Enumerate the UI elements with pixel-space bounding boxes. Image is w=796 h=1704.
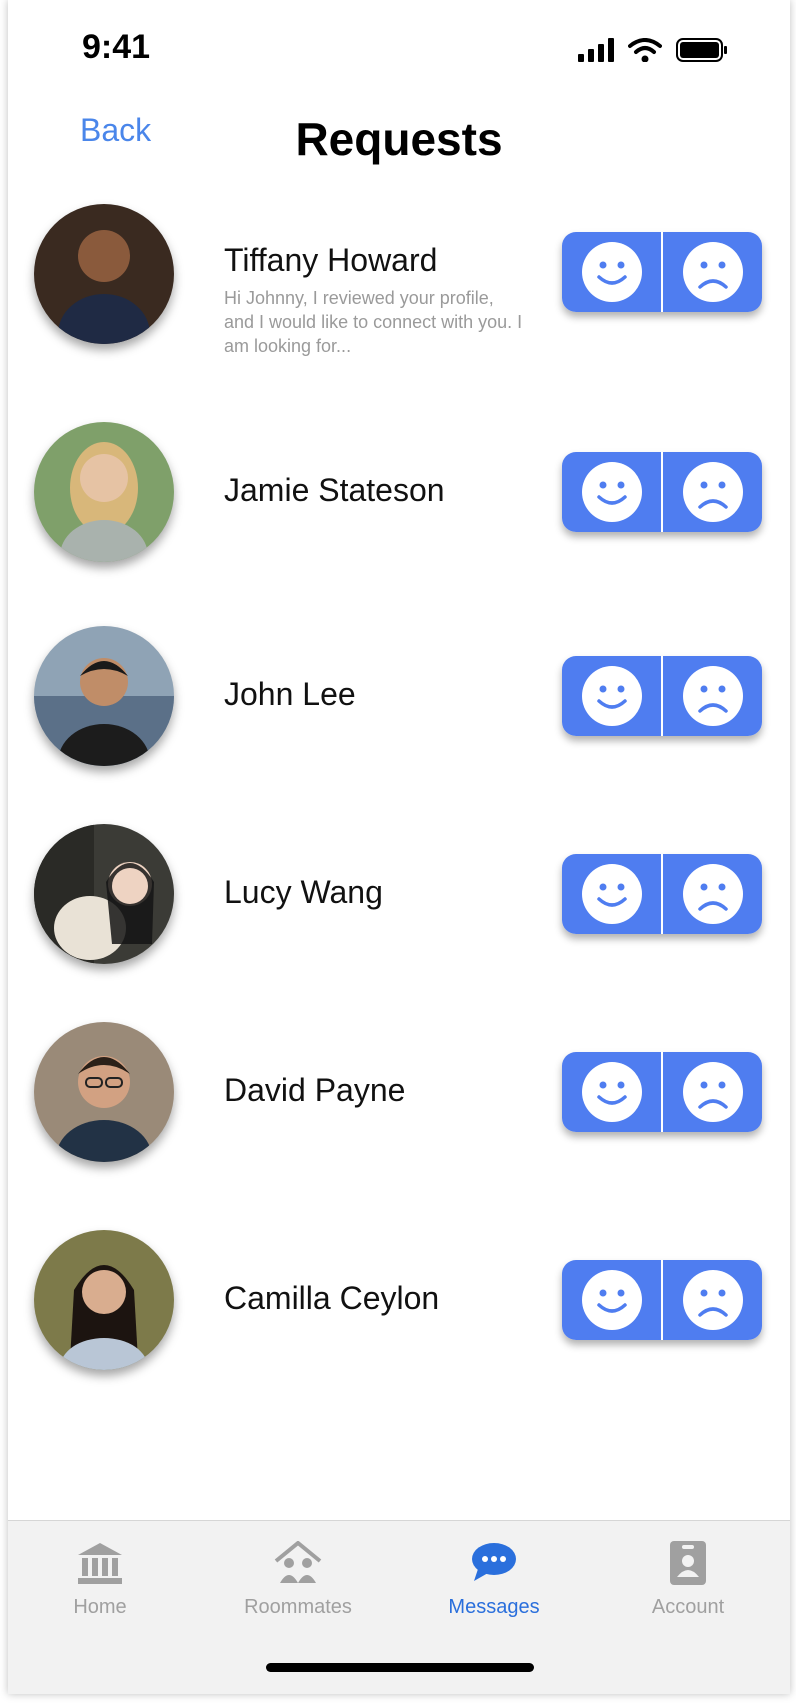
request-name: Camilla Ceylon xyxy=(224,1280,440,1316)
smile-face-icon xyxy=(581,462,642,522)
request-actions xyxy=(562,452,762,532)
decline-button[interactable] xyxy=(663,232,762,312)
battery-icon xyxy=(676,38,727,62)
phone-screen: 9:41 Back Requests Tiffany Howard Hi Joh… xyxy=(8,0,790,1694)
tab-account[interactable]: Account xyxy=(608,1541,768,1619)
decline-button[interactable] xyxy=(663,656,762,736)
smile-face-icon xyxy=(581,242,642,302)
avatar xyxy=(34,422,174,562)
request-actions xyxy=(562,854,762,934)
avatar xyxy=(34,1022,174,1162)
request-row[interactable]: Camilla Ceylon xyxy=(8,1230,790,1380)
accept-button[interactable] xyxy=(562,232,663,312)
home-indicator[interactable] xyxy=(266,1663,534,1672)
accept-button[interactable] xyxy=(562,1052,663,1132)
tab-bar: Home Roommates Messages Account xyxy=(8,1520,790,1694)
tab-label: Home xyxy=(73,1596,127,1618)
tab-messages[interactable]: Messages xyxy=(414,1541,574,1619)
decline-button[interactable] xyxy=(663,854,762,934)
status-time: 9:41 xyxy=(82,28,151,66)
tab-label: Messages xyxy=(448,1596,540,1618)
request-name: John Lee xyxy=(224,676,356,712)
chat-bubble-icon xyxy=(472,1543,516,1581)
signal-icon xyxy=(578,38,614,62)
sad-face-icon xyxy=(682,1270,743,1330)
status-icons xyxy=(578,38,728,62)
account-badge-icon xyxy=(670,1541,706,1585)
request-actions xyxy=(562,656,762,736)
page-title: Requests xyxy=(295,113,503,165)
request-actions xyxy=(562,232,762,312)
tab-label: Account xyxy=(651,1596,725,1618)
decline-button[interactable] xyxy=(663,1052,762,1132)
tab-home[interactable]: Home xyxy=(20,1541,180,1619)
accept-button[interactable] xyxy=(562,854,663,934)
avatar xyxy=(34,1230,174,1370)
request-row[interactable]: John Lee xyxy=(8,626,790,776)
smile-face-icon xyxy=(581,864,642,924)
wifi-icon xyxy=(628,38,662,62)
sad-face-icon xyxy=(682,242,743,302)
decline-button[interactable] xyxy=(663,452,762,532)
sad-face-icon xyxy=(682,1062,743,1122)
accept-button[interactable] xyxy=(562,1260,663,1340)
avatar xyxy=(34,204,174,344)
request-name: David Payne xyxy=(224,1072,406,1108)
person-silhouette-icon xyxy=(60,1265,148,1370)
avatar xyxy=(34,626,174,766)
request-actions xyxy=(562,1260,762,1340)
smile-face-icon xyxy=(581,1062,642,1122)
smile-face-icon xyxy=(581,666,642,726)
sad-face-icon xyxy=(682,666,743,726)
person-silhouette-icon xyxy=(58,230,150,344)
request-row[interactable]: Lucy Wang xyxy=(8,824,790,974)
request-name: Tiffany Howard xyxy=(224,242,438,278)
roommates-icon xyxy=(274,1540,322,1583)
bank-icon xyxy=(78,1543,122,1584)
request-name: Jamie Stateson xyxy=(224,472,445,508)
decline-button[interactable] xyxy=(663,1260,762,1340)
request-name: Lucy Wang xyxy=(224,874,383,910)
person-silhouette-icon xyxy=(60,442,148,562)
request-row[interactable]: David Payne xyxy=(8,1022,790,1172)
smile-face-icon xyxy=(581,1270,642,1330)
sad-face-icon xyxy=(682,864,743,924)
avatar xyxy=(34,824,174,964)
request-actions xyxy=(562,1052,762,1132)
request-row[interactable]: Tiffany Howard Hi Johnny, I reviewed you… xyxy=(8,204,790,356)
accept-button[interactable] xyxy=(562,452,663,532)
person-silhouette-icon xyxy=(56,1056,152,1162)
sad-face-icon xyxy=(682,462,743,522)
person-silhouette-icon xyxy=(34,824,154,964)
request-preview: Hi Johnny, I reviewed your profile, and … xyxy=(224,288,523,356)
tab-roommates[interactable]: Roommates xyxy=(218,1540,378,1619)
accept-button[interactable] xyxy=(562,656,663,736)
request-row[interactable]: Jamie Stateson xyxy=(8,422,790,572)
person-silhouette-icon xyxy=(34,658,174,766)
tab-label: Roommates xyxy=(244,1596,352,1618)
